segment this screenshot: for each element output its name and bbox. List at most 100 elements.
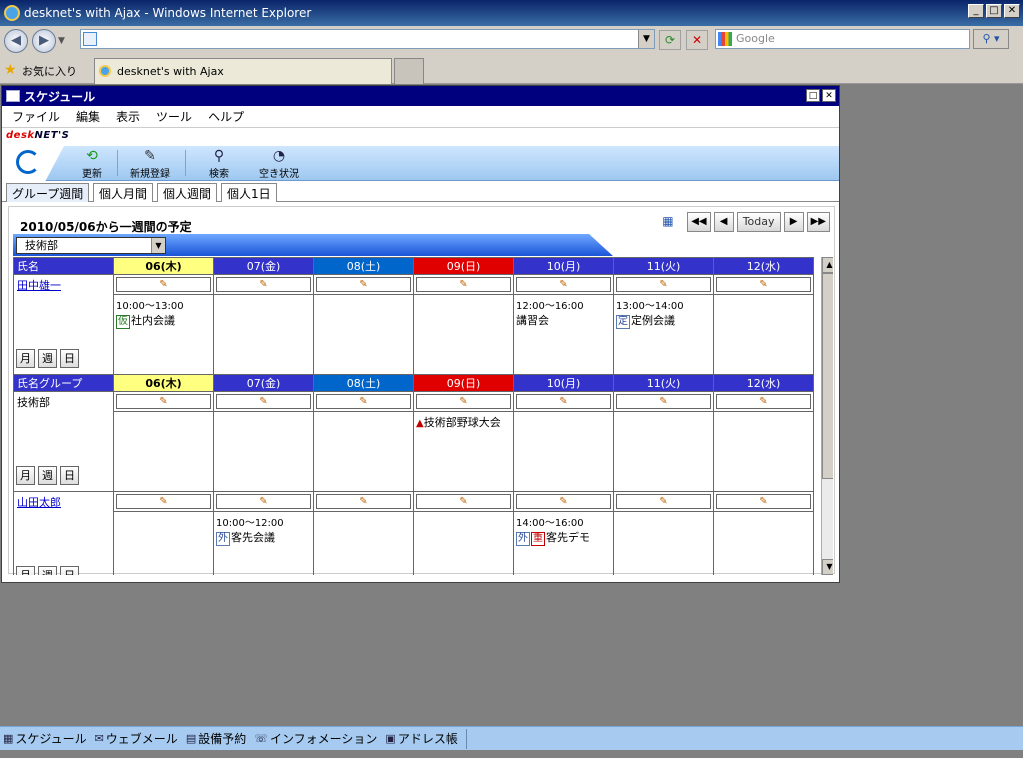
day-cell[interactable] (213, 294, 314, 375)
member-name-link[interactable]: 田中雄一 (17, 279, 61, 292)
event[interactable]: ▲技術部野球大会 (416, 414, 511, 430)
day-cell[interactable] (313, 294, 414, 375)
event[interactable]: 12:00〜16:00 講習会 (516, 297, 611, 328)
day-cell[interactable] (313, 411, 414, 492)
tab-personal-day[interactable]: 個人1日 (221, 183, 277, 202)
menu-edit[interactable]: 編集 (76, 108, 100, 125)
pencil-icon[interactable]: ✎ (116, 277, 211, 292)
history-dropdown-icon[interactable]: ▼ (58, 36, 70, 46)
day-cell[interactable] (513, 411, 614, 492)
next-week-button[interactable]: ▶▶ (806, 212, 830, 232)
day-cell[interactable] (113, 411, 214, 492)
event[interactable]: 13:00〜14:00 定定例会議 (616, 297, 711, 329)
tab-personal-month[interactable]: 個人月間 (93, 183, 154, 202)
event[interactable]: 10:00〜13:00 仮社内会議 (116, 297, 211, 329)
pencil-icon[interactable]: ✎ (516, 494, 611, 509)
member-name-link[interactable]: 山田太郎 (17, 496, 61, 509)
scroll-thumb[interactable] (822, 273, 833, 479)
event[interactable]: 10:00〜12:00 外客先会議 (216, 514, 311, 546)
day-cell[interactable]: 12:00〜16:00 講習会 (513, 294, 614, 375)
week-view-button[interactable]: 週 (38, 466, 57, 485)
minimize-button[interactable]: _ (968, 4, 984, 18)
pencil-icon[interactable]: ✎ (416, 277, 511, 292)
pencil-icon[interactable]: ✎ (716, 494, 811, 509)
menu-tools[interactable]: ツール (156, 108, 192, 125)
new-tab-button[interactable] (394, 58, 424, 84)
stop-icon[interactable]: ✕ (686, 30, 708, 50)
back-button[interactable]: ◀ (4, 29, 28, 53)
week-view-button[interactable]: 週 (38, 566, 57, 575)
pencil-icon[interactable]: ✎ (516, 394, 611, 409)
day-cell[interactable] (113, 511, 214, 575)
pencil-icon[interactable]: ✎ (416, 494, 511, 509)
month-view-button[interactable]: 月 (16, 349, 35, 368)
star-icon[interactable]: ★ (4, 62, 17, 78)
day-cell[interactable]: 10:00〜13:00 仮社内会議 (113, 294, 214, 375)
prev-day-button[interactable]: ◀ (713, 212, 734, 232)
day-cell[interactable] (713, 411, 814, 492)
pencil-icon[interactable]: ✎ (216, 277, 311, 292)
vertical-scrollbar[interactable]: ▲ ▼ (821, 257, 833, 575)
pencil-icon[interactable]: ✎ (116, 494, 211, 509)
pencil-icon[interactable]: ✎ (716, 277, 811, 292)
refresh-button[interactable]: ⟲ 更新 (60, 148, 124, 180)
launcher-webmail[interactable]: ✉ ウェブメール (95, 730, 182, 747)
day-view-button[interactable]: 日 (60, 566, 79, 575)
launcher-facility[interactable]: ▤ 設備予約 (186, 730, 250, 747)
group-select[interactable]: 技術部 ▼ (16, 237, 166, 254)
scroll-up-icon[interactable]: ▲ (822, 257, 833, 273)
launcher-address-book[interactable]: ▣ アドレス帳 (385, 730, 461, 747)
forward-button[interactable]: ▶ (32, 29, 56, 53)
month-view-button[interactable]: 月 (16, 566, 35, 575)
day-cell[interactable] (713, 294, 814, 375)
refresh-icon[interactable]: ⟳ (659, 30, 681, 50)
event[interactable]: 14:00〜16:00 外重客先デモ (516, 514, 611, 546)
favorites-label[interactable]: お気に入り (22, 63, 77, 79)
day-cell[interactable]: 14:00〜16:00 外重客先デモ (513, 511, 614, 575)
pencil-icon[interactable]: ✎ (416, 394, 511, 409)
search-button[interactable]: ⚲ ▾ (973, 29, 1009, 49)
calendar-icon[interactable]: ▦ (662, 214, 680, 230)
month-view-button[interactable]: 月 (16, 466, 35, 485)
day-cell[interactable] (413, 294, 514, 375)
today-button[interactable]: Today (736, 212, 781, 232)
day-cell[interactable] (213, 411, 314, 492)
search-input[interactable]: Google (715, 29, 970, 49)
pencil-icon[interactable]: ✎ (316, 394, 411, 409)
day-cell[interactable] (713, 511, 814, 575)
menu-file[interactable]: ファイル (12, 108, 60, 125)
tab-personal-week[interactable]: 個人週間 (157, 183, 218, 202)
browser-tab[interactable]: desknet's with Ajax (94, 58, 392, 84)
availability-button[interactable]: ◔ 空き状況 (247, 148, 311, 180)
pencil-icon[interactable]: ✎ (616, 277, 711, 292)
day-cell[interactable]: 13:00〜14:00 定定例会議 (613, 294, 714, 375)
scroll-down-icon[interactable]: ▼ (822, 559, 833, 575)
pencil-icon[interactable]: ✎ (116, 394, 211, 409)
maximize-button[interactable]: □ (986, 4, 1002, 18)
pencil-icon[interactable]: ✎ (316, 277, 411, 292)
close-button[interactable]: ✕ (1004, 4, 1020, 18)
pencil-icon[interactable]: ✎ (316, 494, 411, 509)
menu-view[interactable]: 表示 (116, 108, 140, 125)
pencil-icon[interactable]: ✎ (516, 277, 611, 292)
week-view-button[interactable]: 週 (38, 349, 57, 368)
pencil-icon[interactable]: ✎ (216, 394, 311, 409)
address-bar[interactable]: ▼ (80, 29, 655, 49)
chevron-down-icon[interactable]: ▼ (151, 238, 165, 253)
pencil-icon[interactable]: ✎ (616, 394, 711, 409)
menu-help[interactable]: ヘルプ (208, 108, 244, 125)
day-view-button[interactable]: 日 (60, 466, 79, 485)
prev-week-button[interactable]: ◀◀ (687, 212, 711, 232)
tab-group-week[interactable]: グループ週間 (6, 183, 90, 202)
pencil-icon[interactable]: ✎ (716, 394, 811, 409)
new-entry-button[interactable]: ✎ 新規登録 (118, 148, 182, 180)
launcher-information[interactable]: ☏ インフォメーション (254, 730, 381, 747)
day-cell[interactable] (413, 511, 514, 575)
search-toolbar-button[interactable]: ⚲ 検索 (187, 148, 251, 180)
app-close-button[interactable]: ✕ (822, 89, 836, 102)
pencil-icon[interactable]: ✎ (216, 494, 311, 509)
day-cell[interactable] (613, 411, 714, 492)
address-dropdown-icon[interactable]: ▼ (638, 30, 654, 48)
next-day-button[interactable]: ▶ (783, 212, 804, 232)
day-cell[interactable]: 10:00〜12:00 外客先会議 (213, 511, 314, 575)
